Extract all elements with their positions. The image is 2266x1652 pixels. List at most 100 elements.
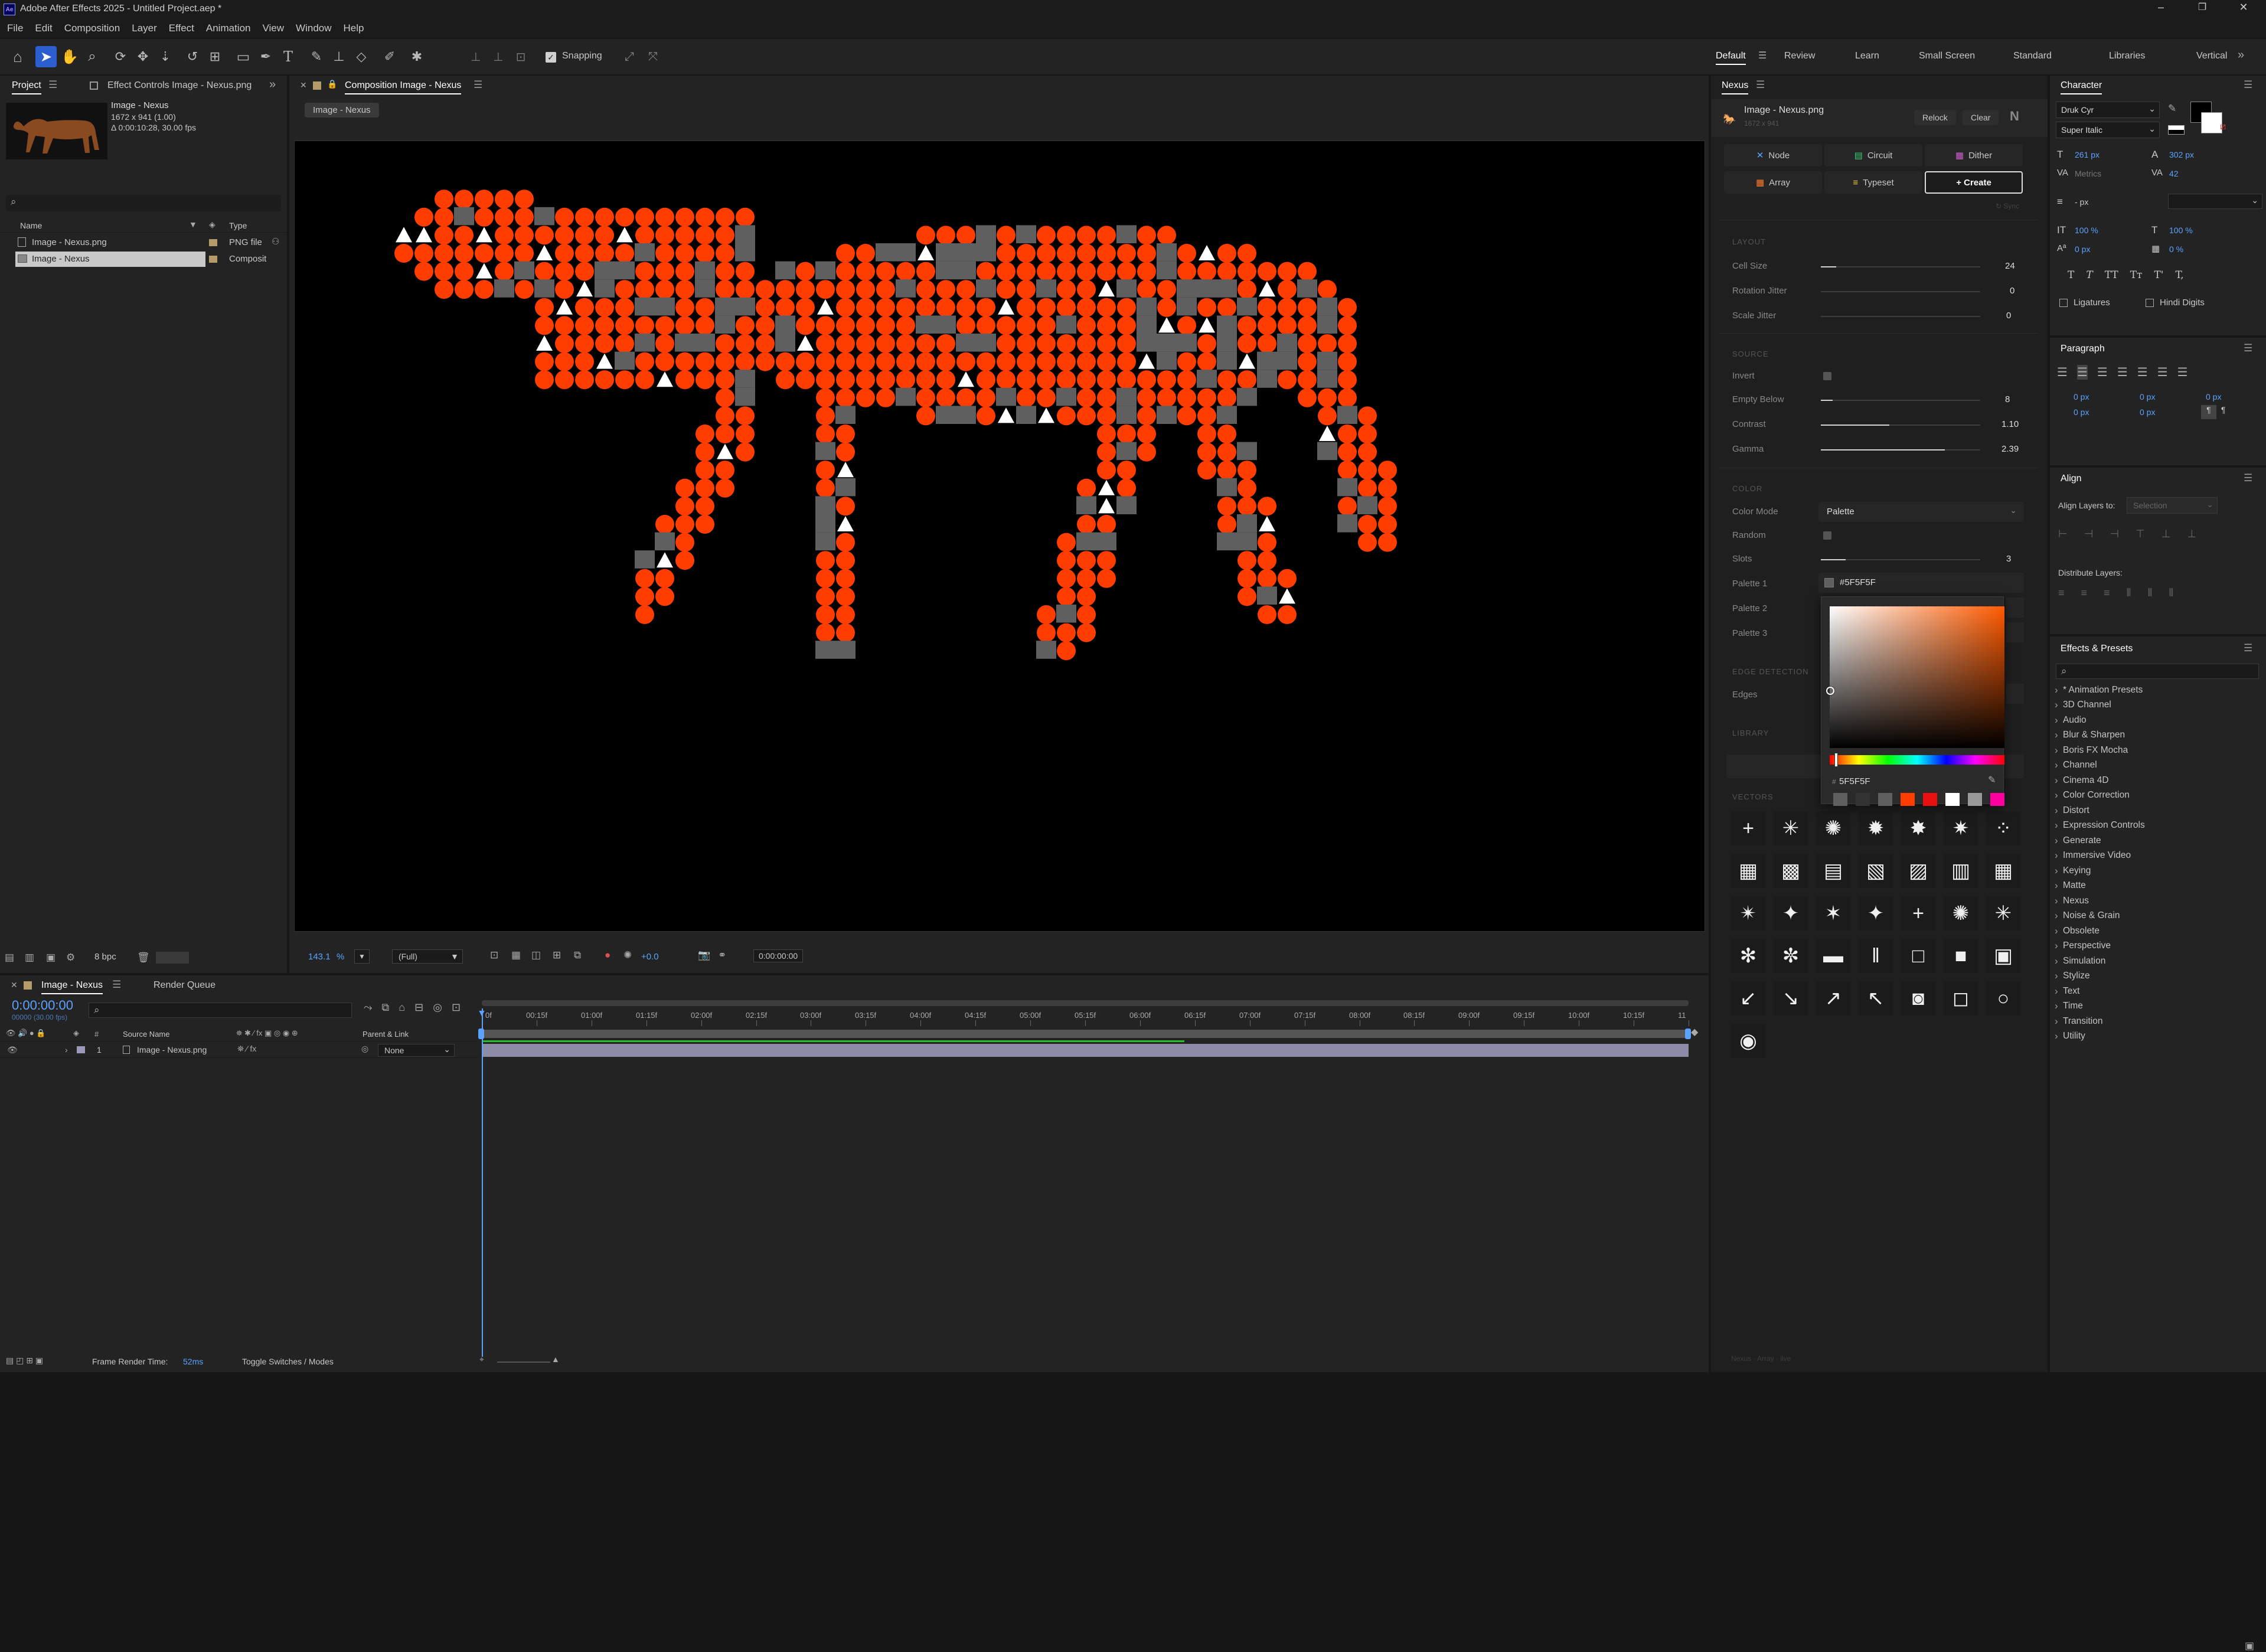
timeline-tab-menu-icon[interactable]: ☰	[112, 979, 121, 991]
work-area-start-handle[interactable]	[478, 1029, 484, 1039]
vector-shape-button[interactable]: +	[1731, 811, 1765, 845]
font-size-value[interactable]: 261 px	[2075, 150, 2100, 159]
current-time-indicator[interactable]	[482, 1008, 483, 1357]
color-swatch[interactable]	[1878, 793, 1892, 806]
motion-blur-icon[interactable]: ◎	[433, 1001, 442, 1014]
distribute-top-icon[interactable]: ≡	[2058, 587, 2065, 599]
vector-shape-button[interactable]: ↙	[1731, 981, 1765, 1016]
pan-tool-icon[interactable]: ✥	[133, 47, 152, 66]
transparency-grid-icon[interactable]: ▦	[511, 949, 521, 961]
vector-shape-button[interactable]: ▦	[1986, 854, 2020, 888]
pen-tool-icon[interactable]: ✒	[256, 47, 275, 66]
menu-edit[interactable]: Edit	[35, 22, 52, 34]
stroke-color-swatch[interactable]	[2201, 112, 2222, 133]
time-navigator[interactable]	[482, 1000, 1689, 1006]
channel-icon[interactable]: ●	[605, 949, 610, 961]
col-name[interactable]: Name	[20, 221, 42, 230]
comp-viewer[interactable]	[294, 141, 1705, 932]
source-name-header[interactable]: Source Name	[123, 1030, 169, 1039]
sort-chevron-icon[interactable]: ▼	[189, 220, 197, 229]
vector-shape-button[interactable]: ✦	[1774, 896, 1808, 931]
color-swatch[interactable]	[1923, 793, 1937, 806]
effect-category-item[interactable]: Text	[2055, 984, 2261, 999]
workspace-learn[interactable]: Learn	[1855, 51, 1879, 61]
effect-category-item[interactable]: Expression Controls	[2055, 818, 2261, 834]
time-ruler[interactable]: 0f 00:15f 01:00f 01:15f 02:00f 02:15f 03:00f 03…	[482, 1008, 1689, 1026]
picker-handle[interactable]	[1826, 687, 1834, 695]
close-button[interactable]: ✕	[2232, 1, 2255, 18]
hindi-digits-checkbox[interactable]	[2146, 299, 2154, 307]
picker-hex-value[interactable]: 5F5F5F	[1839, 776, 1870, 786]
justify-center-icon[interactable]: ☰	[2137, 365, 2148, 380]
work-area-bar[interactable]	[482, 1030, 1689, 1038]
distribute-left-icon[interactable]: ⦀	[2127, 587, 2131, 599]
hand-tool-icon[interactable]: ✋	[60, 47, 79, 66]
menu-animation[interactable]: Animation	[206, 22, 251, 34]
expand-twirl-icon[interactable]: ›	[65, 1045, 68, 1054]
vector-shape-button[interactable]: ◻	[1944, 981, 1978, 1016]
vector-shape-button[interactable]: ✦	[1859, 896, 1893, 931]
effect-category-item[interactable]: Keying	[2055, 863, 2261, 879]
close-tab-icon[interactable]: ✕	[11, 980, 18, 990]
baseline-shift-value[interactable]: 0 px	[2075, 244, 2090, 254]
hue-handle[interactable]	[1834, 753, 1838, 767]
menu-help[interactable]: Help	[344, 22, 364, 34]
panel-overflow-icon[interactable]: »	[269, 78, 276, 92]
vector-shape-button[interactable]: ○	[1986, 981, 2020, 1016]
vector-shape-button[interactable]: +	[1901, 896, 1935, 931]
align-right-edge-icon[interactable]: ⊣	[2110, 528, 2119, 540]
menu-layer[interactable]: Layer	[132, 22, 157, 34]
vector-shape-button[interactable]: ▬	[1816, 939, 1850, 973]
effect-category-item[interactable]: Utility	[2055, 1029, 2261, 1044]
rotation-jitter-slider[interactable]	[1821, 291, 1980, 292]
relock-button[interactable]: Relock	[1914, 110, 1956, 125]
snap-features-icon[interactable]: ⤧	[644, 47, 662, 66]
all-caps-button[interactable]: TT	[2105, 269, 2118, 281]
ligatures-checkbox[interactable]	[2059, 299, 2068, 307]
indent-left-value[interactable]: 0 px	[2074, 392, 2089, 401]
home-icon[interactable]: ⌂	[8, 47, 27, 66]
small-caps-button[interactable]: Tт	[2130, 269, 2143, 281]
empty-below-slider[interactable]	[1821, 400, 1980, 401]
align-tab[interactable]: Align	[2061, 474, 2082, 484]
effect-category-item[interactable]: Obsolete	[2055, 923, 2261, 939]
mode-array-button[interactable]: ▦ Array	[1724, 171, 1822, 194]
vector-shape-button[interactable]: ◙	[1901, 981, 1935, 1016]
menu-composition[interactable]: Composition	[64, 22, 120, 34]
effect-category-item[interactable]: Noise & Grain	[2055, 909, 2261, 924]
kerning-value[interactable]: Metrics	[2075, 169, 2101, 178]
effect-category-item[interactable]: Immersive Video	[2055, 848, 2261, 864]
align-left-icon[interactable]: ☰	[2057, 365, 2068, 380]
eye-icon[interactable]: 👁	[7, 1045, 18, 1055]
mode-circuit-button[interactable]: ▤ Circuit	[1824, 144, 1922, 166]
faux-bold-button[interactable]: T	[2068, 269, 2074, 281]
interpret-footage-icon[interactable]: ▤	[5, 952, 14, 964]
workspace-standard[interactable]: Standard	[2013, 51, 2052, 61]
workspace-vertical[interactable]: Vertical	[2196, 51, 2227, 61]
no-stroke-icon[interactable]: ⧄	[2220, 122, 2226, 132]
effect-category-item[interactable]: Boris FX Mocha	[2055, 743, 2261, 758]
gamma-value[interactable]: 2.39	[2001, 444, 2019, 454]
align-h-center-icon[interactable]: ⊣	[2084, 528, 2094, 540]
exposure-value[interactable]: +0.0	[641, 952, 659, 962]
composition-tab[interactable]: Composition Image - Nexus	[345, 80, 462, 94]
vector-shape-button[interactable]: ✸	[1901, 811, 1935, 845]
shy-layers-icon[interactable]: ⌂	[399, 1001, 405, 1014]
project-item-row[interactable]: Image - Nexus.png PNG file ⚇	[0, 235, 287, 250]
comp-flowchart-icon[interactable]: ⤳	[364, 1001, 372, 1014]
cell-size-slider[interactable]	[1821, 266, 1980, 267]
vector-shape-button[interactable]: ▤	[1816, 854, 1850, 888]
effect-category-item[interactable]: Perspective	[2055, 939, 2261, 954]
eyedropper-icon[interactable]: ✎	[2168, 103, 2176, 115]
effect-category-item[interactable]: Color Correction	[2055, 788, 2261, 804]
bpc-button[interactable]: 8 bpc	[94, 952, 116, 962]
mode-dither-button[interactable]: ▦ Dither	[1925, 144, 2023, 166]
tracking-value[interactable]: 42	[2169, 169, 2179, 178]
effects-search-input[interactable]: ⌕	[2056, 664, 2259, 679]
slots-value[interactable]: 3	[2006, 554, 2011, 564]
vector-shape-button[interactable]: ✶	[1816, 896, 1850, 931]
effects-tab[interactable]: Effects & Presets	[2061, 644, 2133, 654]
layer-row[interactable]: 👁 › 1 Image - Nexus.png ⛯ ⁄ fx ◎ None ⌄	[0, 1043, 478, 1058]
puppet-tool-icon[interactable]: ✱	[407, 47, 426, 66]
maximize-button[interactable]: ❐	[2190, 1, 2214, 18]
